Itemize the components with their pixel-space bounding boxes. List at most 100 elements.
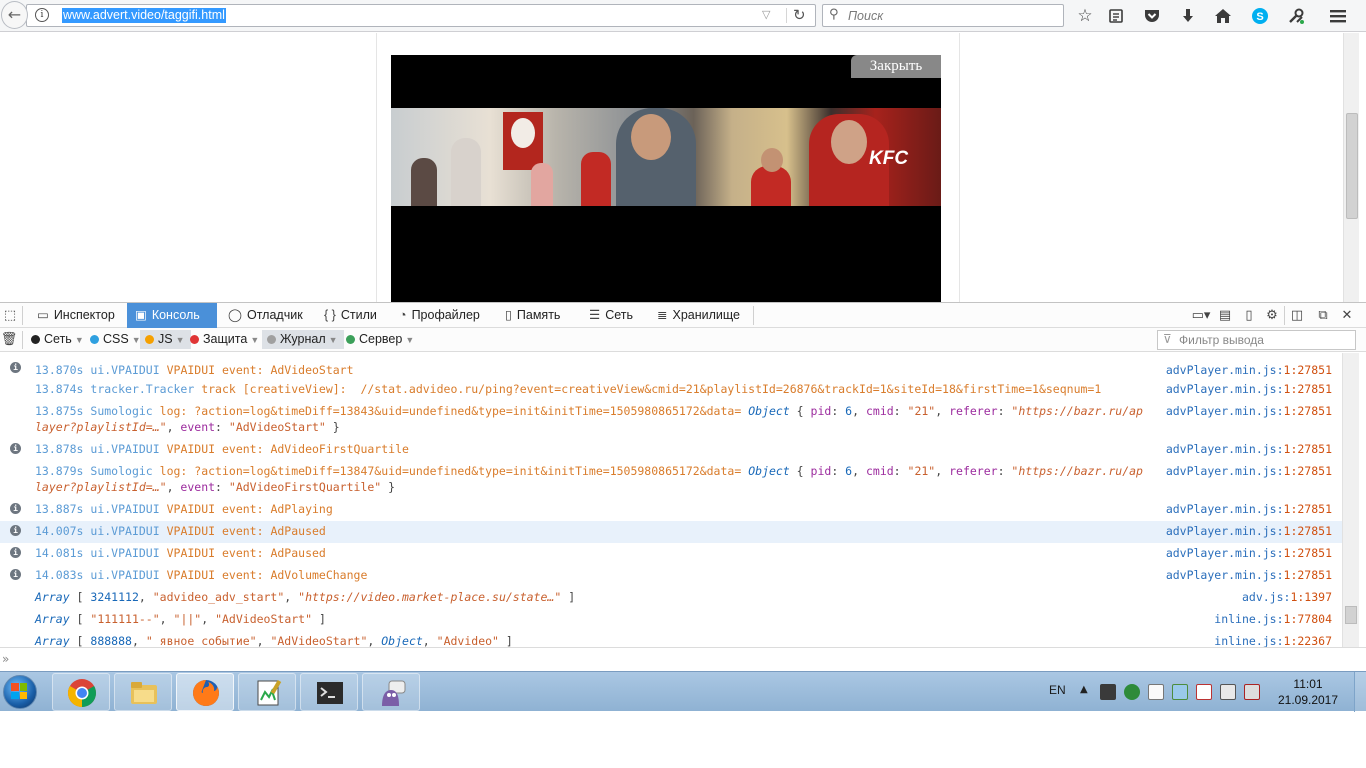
- filter-js-button[interactable]: JS ▼: [140, 330, 191, 349]
- tray-disconnected-icon[interactable]: [1196, 684, 1212, 700]
- tab-debugger[interactable]: ◯ Отладчик: [220, 303, 310, 328]
- tab-styles[interactable]: { } Стили: [316, 303, 388, 328]
- separate-window-icon[interactable]: ⧉: [1314, 307, 1332, 325]
- filter-security-button[interactable]: Защита ▼: [185, 330, 265, 349]
- scratchpad-icon[interactable]: ▤: [1216, 307, 1234, 325]
- source-line[interactable]: 1:27851: [1284, 546, 1332, 560]
- clear-console-icon[interactable]: 🗑: [0, 331, 18, 349]
- source-line[interactable]: 1:27851: [1284, 568, 1332, 582]
- frame-select-icon[interactable]: ▭▾: [1188, 307, 1214, 325]
- filter-net-button[interactable]: Сеть ▼: [26, 330, 90, 349]
- page-scrollbar-thumb[interactable]: [1346, 113, 1358, 219]
- array-label[interactable]: Array: [35, 634, 70, 647]
- url-bar[interactable]: i www.advert.video/taggifi.html ▽ ↻: [26, 4, 816, 27]
- tray-document-icon[interactable]: [1148, 684, 1164, 700]
- filter-css-button[interactable]: CSS ▼: [85, 330, 147, 349]
- source-file[interactable]: inline.js: [1214, 612, 1276, 626]
- pick-element-icon[interactable]: ⬚: [0, 307, 20, 325]
- home-icon[interactable]: [1212, 5, 1234, 27]
- log-source-link[interactable]: advPlayer.min.js:1:27851: [1166, 441, 1332, 457]
- url-text[interactable]: www.advert.video/taggifi.html: [62, 8, 226, 23]
- dock-side-icon[interactable]: ◫: [1288, 307, 1306, 325]
- source-line[interactable]: 1:27851: [1284, 464, 1332, 478]
- download-icon[interactable]: [1177, 5, 1199, 27]
- search-bar[interactable]: ⚲ Поиск: [822, 4, 1064, 27]
- log-source-link[interactable]: inline.js:1:22367: [1214, 633, 1332, 647]
- skype-icon[interactable]: S: [1249, 5, 1271, 27]
- video-frame[interactable]: KFC: [391, 108, 941, 206]
- start-button[interactable]: [0, 673, 40, 711]
- developer-tools-icon[interactable]: [1285, 5, 1307, 27]
- taskbar-firefox[interactable]: [176, 673, 234, 711]
- log-source-link[interactable]: advPlayer.min.js:1:27851: [1166, 501, 1332, 517]
- pocket-icon[interactable]: [1141, 5, 1163, 27]
- source-line[interactable]: 1:27851: [1284, 524, 1332, 538]
- tray-network-icon[interactable]: [1172, 684, 1188, 700]
- log-source-link[interactable]: advPlayer.min.js:1:27851: [1166, 523, 1332, 539]
- source-file[interactable]: advPlayer.min.js: [1166, 442, 1277, 456]
- log-source-link[interactable]: advPlayer.min.js:1:27851: [1166, 362, 1332, 378]
- log-source-link[interactable]: advPlayer.min.js:1:27851: [1166, 567, 1332, 583]
- source-line[interactable]: 1:27851: [1284, 502, 1332, 516]
- source-file[interactable]: advPlayer.min.js: [1166, 524, 1277, 538]
- array-label[interactable]: Array: [35, 590, 70, 604]
- source-line[interactable]: 1:77804: [1284, 612, 1332, 626]
- source-file[interactable]: advPlayer.min.js: [1166, 546, 1277, 560]
- console-output[interactable]: i 13.870s ui.VPAIDUI VPAIDUI event: AdVi…: [0, 353, 1342, 647]
- source-line[interactable]: 1:27851: [1284, 404, 1332, 418]
- source-line[interactable]: 1:27851: [1284, 363, 1332, 377]
- video-player[interactable]: Закрыть KFC: [391, 55, 941, 302]
- console-scrollbar[interactable]: [1342, 353, 1359, 647]
- bookmark-star-icon[interactable]: ☆: [1074, 5, 1096, 27]
- filter-log-button[interactable]: Журнал ▼: [262, 330, 344, 349]
- array-label[interactable]: Array: [35, 612, 70, 626]
- url-dropdown-icon[interactable]: ▽: [762, 8, 770, 21]
- source-line[interactable]: 1:27851: [1284, 442, 1332, 456]
- taskbar-explorer[interactable]: [114, 673, 172, 711]
- log-source-link[interactable]: advPlayer.min.js:1:27851: [1166, 463, 1332, 479]
- language-indicator[interactable]: EN: [1049, 683, 1066, 697]
- settings-gear-icon[interactable]: ⚙: [1263, 307, 1281, 325]
- source-line[interactable]: 1:22367: [1284, 634, 1332, 647]
- source-line[interactable]: 1:1397: [1290, 590, 1332, 604]
- log-source-link[interactable]: inline.js:1:77804: [1214, 611, 1332, 627]
- filter-server-button[interactable]: Сервер ▼: [341, 330, 420, 349]
- object-label[interactable]: Object: [748, 404, 790, 418]
- tab-console[interactable]: ▣ Консоль: [127, 303, 217, 328]
- tray-antivirus-icon[interactable]: [1124, 684, 1140, 700]
- system-clock[interactable]: 11:01 21.09.2017: [1273, 676, 1343, 708]
- taskbar-messenger[interactable]: [362, 673, 420, 711]
- taskbar-chrome[interactable]: [52, 673, 110, 711]
- source-file[interactable]: advPlayer.min.js: [1166, 568, 1277, 582]
- page-scrollbar[interactable]: [1343, 33, 1359, 302]
- site-info-icon[interactable]: i: [35, 8, 49, 22]
- source-file[interactable]: advPlayer.min.js: [1166, 464, 1277, 478]
- console-input[interactable]: »: [0, 647, 1366, 671]
- tray-app-icon[interactable]: [1100, 684, 1116, 700]
- source-file[interactable]: advPlayer.min.js: [1166, 502, 1277, 516]
- back-button[interactable]: ←: [1, 1, 28, 29]
- tab-profiler[interactable]: ◔ Профайлер: [391, 303, 491, 328]
- log-row-selected[interactable]: i 14.007s ui.VPAIDUI VPAIDUI event: AdPa…: [0, 521, 1342, 543]
- tray-clipboard-icon[interactable]: [1220, 684, 1236, 700]
- tab-inspector[interactable]: ▭ Инспектор: [29, 303, 127, 328]
- log-source-link[interactable]: adv.js:1:1397: [1242, 589, 1332, 605]
- close-ad-button[interactable]: Закрыть: [851, 55, 941, 78]
- source-line[interactable]: 1:27851: [1284, 382, 1332, 396]
- reload-icon[interactable]: ↻: [793, 6, 806, 24]
- source-file[interactable]: advPlayer.min.js: [1166, 363, 1277, 377]
- log-source-link[interactable]: advPlayer.min.js:1:27851: [1166, 403, 1332, 419]
- tab-storage[interactable]: ≣ Хранилище: [649, 303, 753, 328]
- tray-monitor-icon[interactable]: [1244, 684, 1260, 700]
- filter-output-input[interactable]: ⊽ Фильтр вывода: [1157, 330, 1356, 350]
- hamburger-menu-icon[interactable]: [1327, 5, 1349, 27]
- log-source-link[interactable]: advPlayer.min.js:1:27851: [1166, 545, 1332, 561]
- source-file[interactable]: advPlayer.min.js: [1166, 404, 1277, 418]
- log-source-link[interactable]: advPlayer.min.js:1:27851: [1166, 381, 1332, 397]
- source-file[interactable]: inline.js: [1214, 634, 1276, 647]
- console-scrollbar-thumb[interactable]: [1345, 606, 1357, 624]
- bookmarks-list-icon[interactable]: [1105, 5, 1127, 27]
- taskbar-editor[interactable]: [238, 673, 296, 711]
- object-label[interactable]: Object: [381, 634, 423, 647]
- taskbar-terminal[interactable]: [300, 673, 358, 711]
